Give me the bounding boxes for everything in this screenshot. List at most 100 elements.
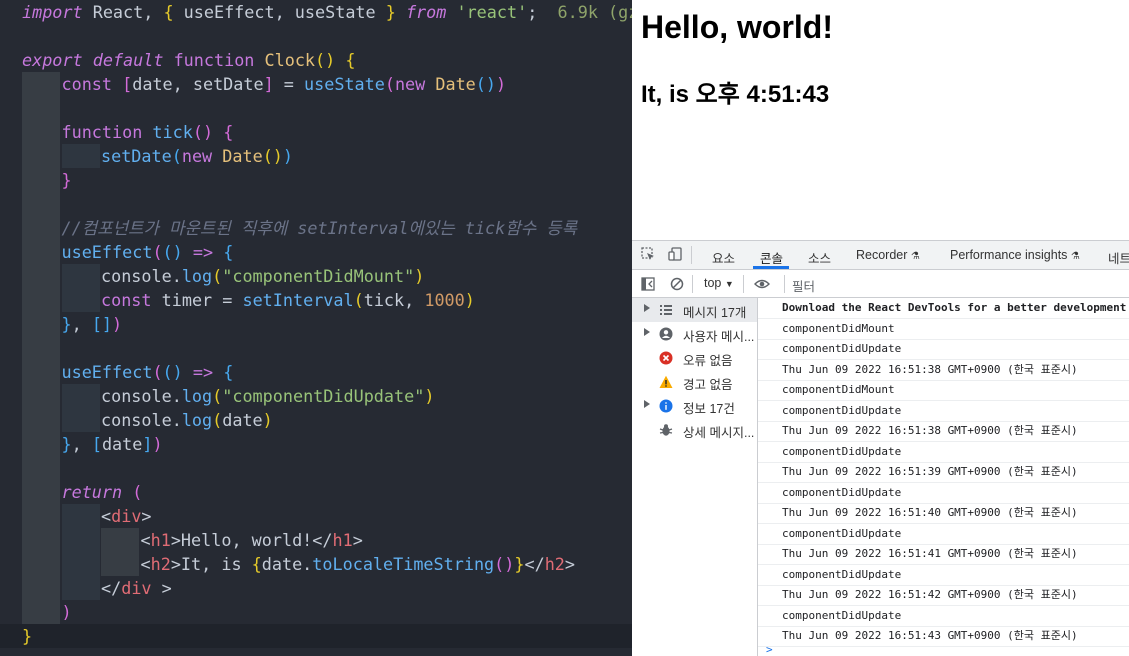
code-line[interactable]: export default function Clock() { [0,48,632,72]
code-token: () [162,362,183,382]
code-token: h2 [150,554,171,574]
code-line[interactable]: }, []) [0,312,632,336]
inspect-element-icon[interactable] [641,247,655,261]
code-editor[interactable]: import React, { useEffect, useState } fr… [0,0,632,656]
tab-network[interactable]: 네트 [1108,248,1129,267]
code-token: () [262,146,283,166]
code-token: < [140,530,151,550]
expand-arrow-icon[interactable] [644,304,650,312]
code-line[interactable]: console.log(date) [0,408,632,432]
code-line[interactable] [0,456,632,480]
divider [692,275,693,293]
sidebar-item-label: 정보 17건 [683,402,735,416]
indent-guide [22,528,60,552]
code-line[interactable]: console.log("componentDidMount") [0,264,632,288]
code-line[interactable]: } [0,624,632,648]
code-token: ) [424,386,435,406]
code-line[interactable]: useEffect(() => { [0,240,632,264]
code-token: tick [142,122,193,142]
code-line[interactable]: import React, { useEffect, useState } fr… [0,0,632,24]
divider [784,275,785,293]
code-token: from [395,2,447,22]
code-token: date [222,410,263,430]
code-token: Date [212,146,263,166]
code-line[interactable] [0,192,632,216]
console-message: componentDidMount [758,380,1129,401]
filter-input[interactable]: 필터 [792,276,815,295]
code-line[interactable]: <div> [0,504,632,528]
tab-performance-label: Performance insights [950,248,1068,262]
code-line[interactable] [0,336,632,360]
code-line[interactable]: console.log("componentDidUpdate") [0,384,632,408]
code-line[interactable]: return ( [0,480,632,504]
indent-guide [101,552,139,576]
eye-icon[interactable] [754,277,770,291]
code-token: const [61,74,113,94]
code-token: () [192,122,214,142]
tab-recorder-label: Recorder [856,248,908,262]
divider [691,246,692,264]
code-text: useEffect(() => { [62,360,234,384]
tab-performance-insights[interactable]: Performance insights ⚗ [950,248,1080,262]
code-text: return ( [62,480,143,504]
indent-guide [101,528,139,552]
code-line[interactable]: ) [0,600,632,624]
code-token: function [61,122,143,142]
sidebar-item[interactable]: 정보 17건 [632,394,757,418]
code-line[interactable] [0,24,632,48]
code-line[interactable]: setDate(new Date()) [0,144,632,168]
code-line[interactable]: </div > [0,576,632,600]
code-line[interactable]: <h1>Hello, world!</h1> [0,528,632,552]
code-line[interactable]: useEffect(() => { [0,360,632,384]
code-line[interactable]: function tick() { [0,120,632,144]
sidebar-item[interactable]: 오류 없음 [632,346,757,370]
code-line[interactable]: <h2>It, is {date.toLocaleTimeString()}</… [0,552,632,576]
indent-guide [22,264,60,288]
expand-arrow-icon[interactable] [644,400,650,408]
indent-guide [61,552,100,576]
sidebar-item[interactable]: 사용자 메시... [632,322,757,346]
code-line[interactable]: } [0,168,632,192]
console-message-text: Download the React DevTools for a better… [782,301,1127,314]
console-message-text: componentDidUpdate [782,444,902,458]
tab-elements[interactable]: 요소 [712,248,735,267]
context-select[interactable]: top ▼ [704,276,734,290]
code-token: < [101,506,112,526]
code-token: } [61,434,72,454]
code-token: } [61,314,72,334]
code-line[interactable]: }, [date]) [0,432,632,456]
console-message: Download the React DevTools for a better… [758,298,1129,319]
indent-guide [22,552,60,576]
code-line[interactable]: const timer = setInterval(tick, 1000) [0,288,632,312]
tab-sources[interactable]: 소스 [808,248,831,267]
code-token: ( [212,266,223,286]
code-token: Clock [254,50,316,70]
sidebar-item-label: 오류 없음 [683,354,733,368]
code-text: export default function Clock() { [22,48,355,72]
console-message: Thu Jun 09 2022 16:51:38 GMT+0900 (한국 표준… [758,421,1129,442]
expand-arrow-icon[interactable] [644,328,650,336]
device-toggle-icon[interactable] [668,247,682,261]
rendered-heading-1: Hello, world! [641,9,833,45]
code-token: > [352,530,363,550]
code-token: div [111,506,142,526]
console-message: componentDidUpdate [758,565,1129,586]
sidebar-item[interactable]: 메시지 17개 [632,298,757,322]
code-line[interactable]: //컴포넌트가 마운트된 직후에 setInterval에있는 tick함수 등… [0,216,632,240]
clear-console-icon[interactable] [670,277,684,291]
sidebar-item[interactable]: 경고 없음 [632,370,757,394]
code-token: export [22,50,83,70]
tab-console[interactable]: 콘솔 [760,248,783,267]
tab-recorder[interactable]: Recorder ⚗ [856,248,920,262]
sidebar-item[interactable]: 상세 메시지... [632,418,757,442]
console-message: Thu Jun 09 2022 16:51:38 GMT+0900 (한국 표준… [758,360,1129,381]
code-line[interactable]: const [date, setDate] = useState(new Dat… [0,72,632,96]
code-text: console.log("componentDidUpdate") [101,384,434,408]
code-line[interactable] [0,96,632,120]
console-message-text: componentDidUpdate [782,485,902,499]
code-token: </ [101,578,122,598]
sidebar-item-label: 사용자 메시... [683,330,755,344]
sidebar-toggle-icon[interactable] [641,277,655,291]
